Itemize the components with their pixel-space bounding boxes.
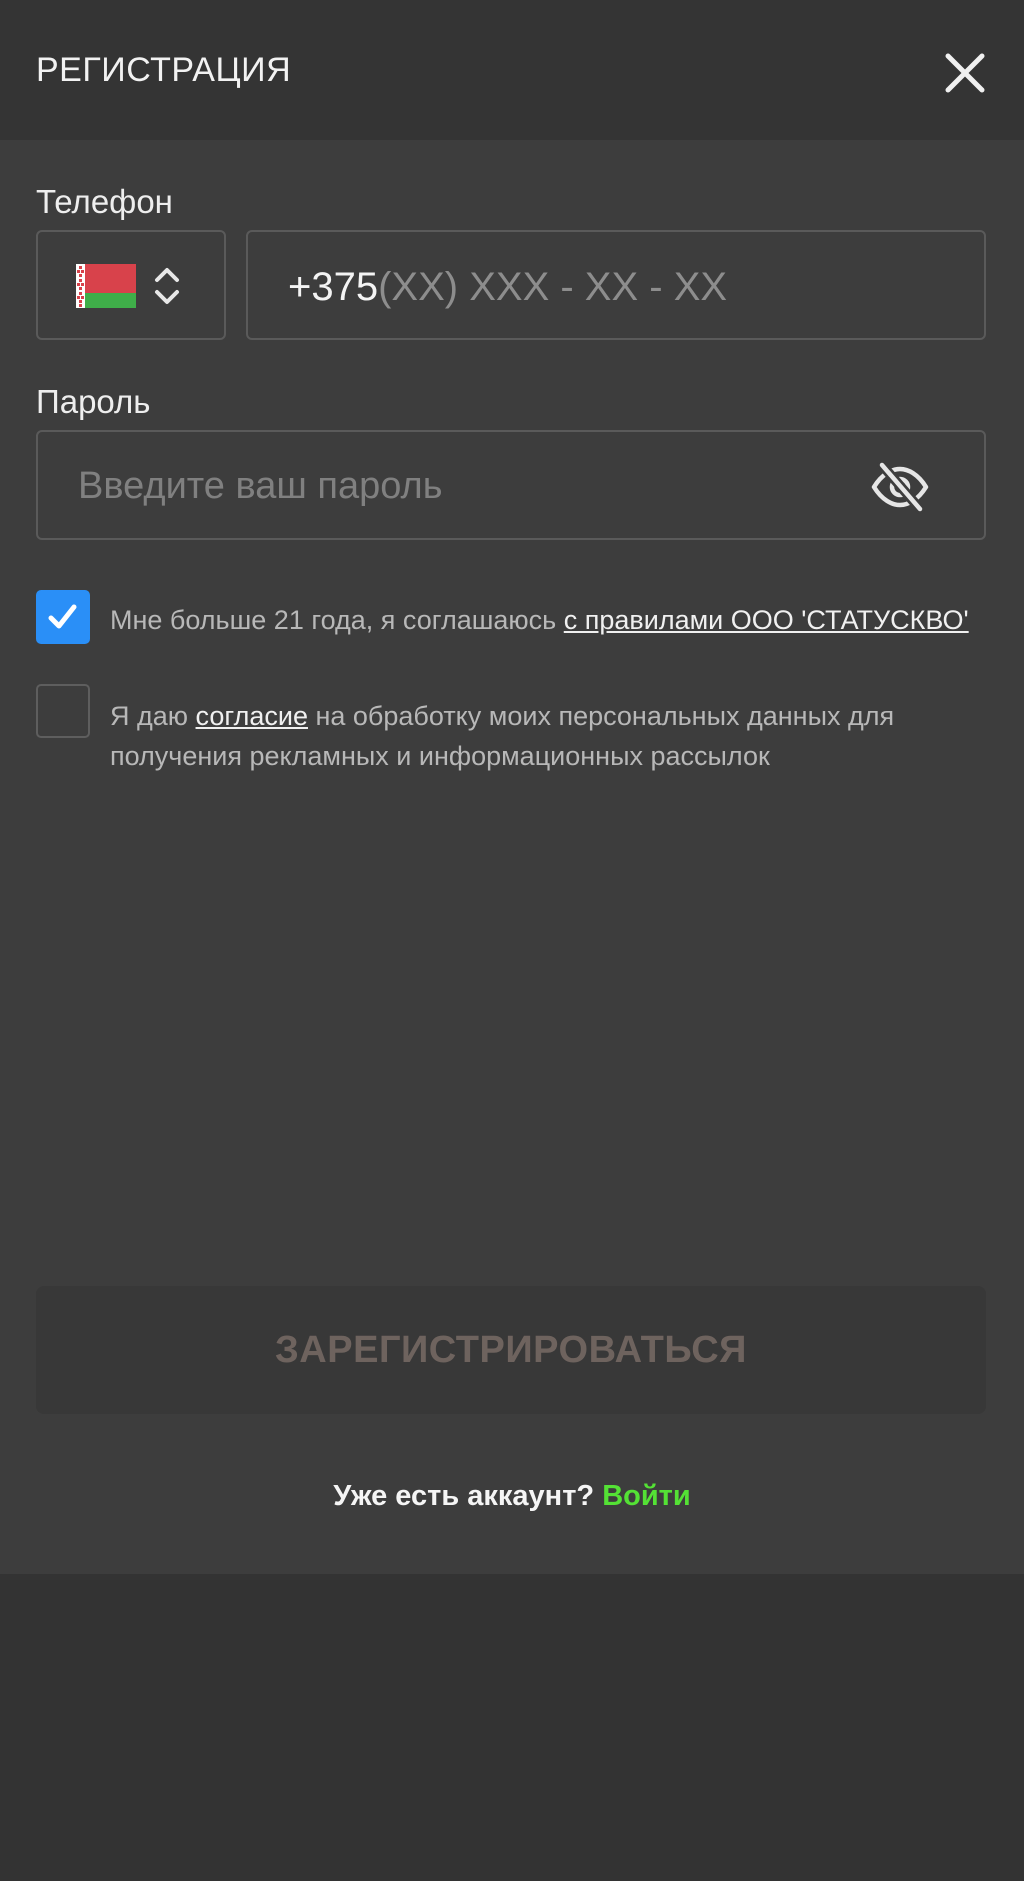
chevron-up-down-icon — [155, 268, 179, 304]
phone-mask-placeholder: (XX) XXX - XX - XX — [378, 265, 728, 309]
marketing-consent-checkbox[interactable] — [36, 684, 90, 738]
age-rules-checkbox[interactable] — [36, 590, 90, 644]
modal-header: РЕГИСТРАЦИЯ — [0, 0, 1024, 140]
password-input[interactable] — [78, 460, 838, 512]
rules-link[interactable]: с правилами ООО 'СТАТУСКВО' — [564, 605, 969, 635]
age-rules-text: Мне больше 21 года, я соглашаюсь с прави… — [110, 600, 990, 640]
marketing-consent-text: Я даю согласие на обработку моих персона… — [110, 696, 990, 776]
close-button[interactable] — [938, 46, 992, 100]
login-question: Уже есть аккаунт? — [333, 1480, 595, 1512]
register-button[interactable]: ЗАРЕГИСТРИРОВАТЬСЯ — [36, 1286, 986, 1414]
country-code-selector[interactable] — [36, 230, 226, 340]
login-link[interactable]: Войти — [602, 1480, 691, 1512]
consent-link[interactable]: согласие — [196, 701, 308, 731]
phone-country-prefix: +375 — [288, 265, 379, 309]
marketing-consent-text-start: Я даю — [110, 701, 196, 731]
phone-value: +375(XX) XXX - XX - XX — [288, 264, 727, 310]
login-prompt: Уже есть аккаунт? Войти — [0, 1476, 1024, 1516]
eye-off-icon — [871, 460, 929, 514]
close-icon — [945, 53, 985, 93]
checkmark-icon — [48, 604, 77, 629]
page-title: РЕГИСТРАЦИЯ — [36, 51, 292, 89]
toggle-password-visibility-button[interactable] — [868, 460, 932, 514]
belarus-flag-icon — [76, 264, 136, 308]
phone-label: Телефон — [36, 183, 173, 220]
password-field — [36, 430, 986, 540]
password-label: Пароль — [36, 383, 151, 420]
age-rules-text-start: Мне больше 21 года, я соглашаюсь — [110, 605, 564, 635]
phone-input[interactable]: +375(XX) XXX - XX - XX — [246, 230, 986, 340]
